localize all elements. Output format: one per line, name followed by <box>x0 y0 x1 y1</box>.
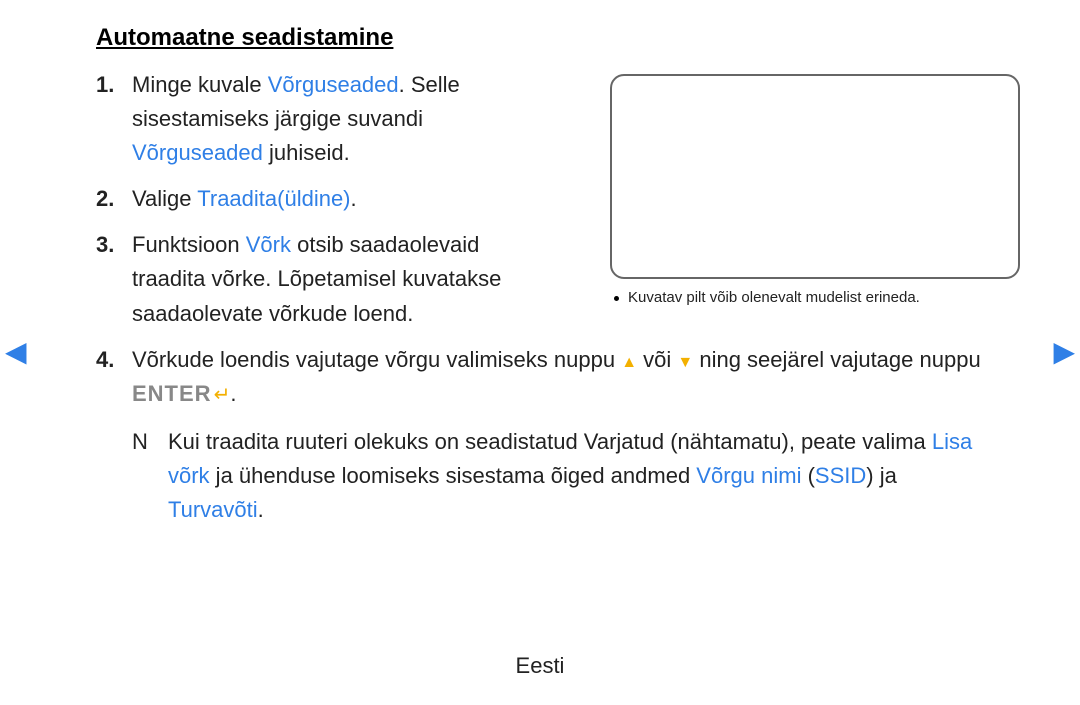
step-2: 2. Valige Traadita(üldine). <box>96 182 476 216</box>
enter-icon: ↵ <box>214 384 231 406</box>
note-text-b: ja ühenduse loomiseks sisestama õiged an… <box>210 463 697 488</box>
step-3-number: 3. <box>96 228 114 262</box>
step-3-text-a: Funktsioon <box>132 232 246 257</box>
step-4-text-a: Võrkude loendis vajutage võrgu valimisek… <box>132 347 621 372</box>
note-text-c: ( <box>801 463 814 488</box>
step-2-link: Traadita(üldine) <box>197 186 350 211</box>
step-3-link: Võrk <box>246 232 291 257</box>
step-4-number: 4. <box>96 343 114 377</box>
note-link-b: Võrgu nimi <box>696 463 801 488</box>
step-4-text-b: või <box>637 347 677 372</box>
aside: Kuvatav pilt võib olenevalt mudelist eri… <box>610 74 1020 306</box>
enter-label: ENTER <box>132 381 212 406</box>
note-text-a: Kui traadita ruuteri olekuks on seadista… <box>168 429 932 454</box>
footer-language: Eesti <box>0 653 1080 679</box>
note-block: N Kui traadita ruuteri olekuks on seadis… <box>96 425 996 527</box>
step-2-number: 2. <box>96 182 114 216</box>
prev-page-arrow-icon[interactable]: ◀ <box>5 335 27 368</box>
aside-note: Kuvatav pilt võib olenevalt mudelist eri… <box>610 289 1020 306</box>
step-3: 3. Funktsioon Võrk otsib saadaolevaid tr… <box>96 228 536 330</box>
note-link-c: SSID <box>815 463 866 488</box>
step-1-number: 1. <box>96 68 114 102</box>
triangle-down-icon: ▼ <box>677 354 693 371</box>
step-4-text-c: ning seejärel vajutage nuppu <box>693 347 980 372</box>
step-4-text-d: . <box>230 381 236 406</box>
triangle-up-icon: ▲ <box>621 354 637 371</box>
page-title: Automaatne seadistamine <box>96 24 393 52</box>
step-1-link-a: Võrguseaded <box>268 72 399 97</box>
step-1-text-c: juhiseid. <box>263 140 350 165</box>
step-1-text-a: Minge kuvale <box>132 72 268 97</box>
step-2-text-a: Valige <box>132 186 197 211</box>
content-area: Kuvatav pilt võib olenevalt mudelist eri… <box>96 68 1020 527</box>
step-2-text-b: . <box>351 186 357 211</box>
next-page-arrow-icon[interactable]: ▶ <box>1053 335 1075 368</box>
note-text-d: ) ja <box>866 463 897 488</box>
note-mark: N <box>132 425 148 459</box>
step-4: 4. Võrkude loendis vajutage võrgu valimi… <box>96 343 996 411</box>
step-1: 1. Minge kuvale Võrguseaded. Selle sises… <box>96 68 476 170</box>
note-link-d: Turvavõti <box>168 497 258 522</box>
step-1-link-b: Võrguseaded <box>132 140 263 165</box>
illustration-placeholder <box>610 74 1020 279</box>
note-text-e: . <box>258 497 264 522</box>
